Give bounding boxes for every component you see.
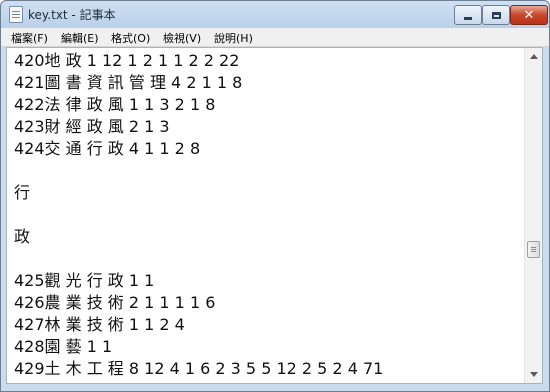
scrollbar-thumb[interactable] (527, 241, 540, 258)
text-line (14, 248, 520, 270)
text-line: 428園 藝 1 1 (14, 337, 113, 356)
menu-view[interactable]: 檢視(V) (163, 30, 201, 46)
maximize-icon (491, 11, 501, 19)
minimize-icon (464, 16, 472, 20)
arrow-down-icon (529, 372, 538, 377)
text-line: 421圖 書 資 訊 管 理 4 2 1 1 8 (14, 73, 243, 92)
text-editor[interactable]: 420地 政 1 12 1 2 1 1 2 2 22 421圖 書 資 訊 管 … (6, 47, 543, 384)
arrow-up-icon (529, 54, 538, 59)
menu-help[interactable]: 說明(H) (214, 30, 253, 46)
notepad-icon[interactable] (9, 6, 23, 23)
maximize-button[interactable] (482, 5, 510, 25)
text-line: 429土 木 工 程 8 12 4 1 6 2 3 5 5 12 2 5 2 4… (14, 359, 384, 378)
text-line: 政 (14, 227, 31, 246)
text-line (14, 204, 520, 226)
menu-file[interactable]: 檔案(F) (11, 30, 48, 46)
minimize-button[interactable] (454, 5, 482, 25)
text-line: 424交 通 行 政 4 1 1 2 8 (14, 139, 201, 158)
close-button[interactable]: ✕ (510, 5, 548, 25)
menu-edit[interactable]: 編輯(E) (61, 30, 99, 46)
text-line: 422法 律 政 風 1 1 3 2 1 8 (14, 95, 216, 114)
text-line: 420地 政 1 12 1 2 1 1 2 2 22 (14, 51, 240, 70)
text-content[interactable]: 420地 政 1 12 1 2 1 1 2 2 22 421圖 書 資 訊 管 … (14, 50, 520, 381)
title-bar[interactable]: key.txt - 記事本 ✕ (1, 1, 549, 27)
notepad-window: key.txt - 記事本 ✕ 檔案(F) 編輯(E) 格式(O) 檢視(V) … (0, 0, 550, 392)
vertical-scrollbar[interactable] (524, 48, 542, 383)
text-line: 426農 業 技 術 2 1 1 1 1 6 (14, 293, 216, 312)
scroll-up-button[interactable] (527, 49, 540, 64)
scroll-down-button[interactable] (527, 367, 540, 382)
text-line: 427林 業 技 術 1 1 2 4 (14, 315, 185, 334)
close-icon: ✕ (523, 7, 535, 23)
menu-format[interactable]: 格式(O) (111, 30, 150, 46)
text-line (14, 160, 520, 182)
text-line: 425觀 光 行 政 1 1 (14, 271, 155, 290)
text-line: 423財 經 政 風 2 1 3 (14, 117, 170, 136)
text-line: 行 (14, 183, 31, 202)
menu-bar: 檔案(F) 編輯(E) 格式(O) 檢視(V) 說明(H) (1, 28, 549, 47)
window-title: key.txt - 記事本 (28, 8, 116, 22)
